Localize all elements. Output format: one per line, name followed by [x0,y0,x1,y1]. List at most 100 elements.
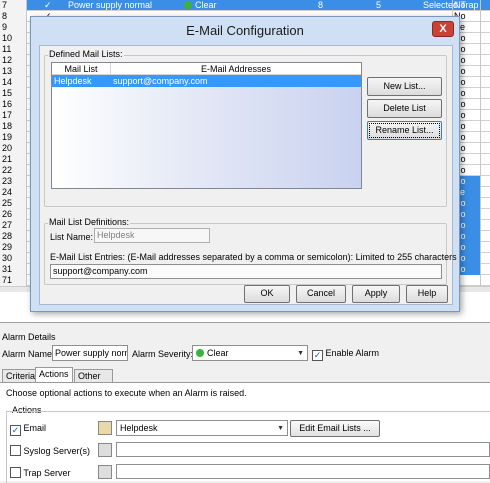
row-number[interactable]: 13 [0,66,27,77]
row-number[interactable]: 71 [0,275,27,286]
delete-list-button[interactable]: Delete List [367,99,442,118]
email-list-value: Helpdesk [120,423,158,433]
chevron-down-icon: ▼ [297,350,304,357]
alarm-severity-label: Alarm Severity: [132,349,194,359]
mail-list-table[interactable]: Mail List Name E-Mail Addresses Helpdesk… [51,62,362,189]
email-icon-button[interactable] [98,421,112,435]
row-number[interactable]: 29 [0,242,27,253]
count-cell: 8 [318,0,324,10]
extra-cell [480,253,490,264]
row-number[interactable]: 27 [0,220,27,231]
definitions-label: Mail List Definitions: [48,217,131,227]
alarm-details-panel: Alarm Details Alarm Name: Power supply n… [0,322,490,483]
extra-cell [480,220,490,231]
dialog-title: E-Mail Configuration [186,23,304,38]
mail-list-addresses-cell: support@company.com [113,76,208,86]
row-number[interactable]: 11 [0,44,27,55]
tab-other-options[interactable]: Other Options [74,369,114,393]
close-button[interactable]: X [432,21,454,37]
trap-server-check[interactable] [10,467,21,478]
row-number[interactable]: 28 [0,231,27,242]
row-number[interactable]: 17 [0,110,27,121]
actions-tab-panel: Choose optional actions to execute when … [0,382,490,483]
row-number[interactable]: 7 [0,0,27,11]
syslog-input[interactable] [116,442,490,457]
row-number[interactable]: 12 [0,55,27,66]
alarm-severity-select[interactable]: Clear ▼ [192,345,308,361]
col-email-addresses[interactable]: E-Mail Addresses [111,63,361,75]
severity-text: Clear [195,0,217,10]
tab-actions[interactable]: Actions [35,367,73,382]
chevron-down-icon: ▼ [277,425,284,432]
edit-email-lists-button[interactable]: Edit Email Lists ... [290,420,380,437]
extra-cell [480,132,490,143]
extra-cell [480,33,490,44]
row-number[interactable]: 22 [0,165,27,176]
close-icon: X [439,23,447,35]
enable-alarm-checkbox[interactable]: ✓ Enable Alarm [312,348,379,361]
tab-criteria[interactable]: Criteria [2,369,40,382]
cancel-button[interactable]: Cancel [296,285,346,303]
row-number[interactable]: 31 [0,264,27,275]
syslog-icon-button[interactable] [98,443,112,457]
list-name-input[interactable]: Helpdesk [94,228,210,243]
row-number[interactable]: 10 [0,33,27,44]
mail-list-row[interactable]: Helpdesk support@company.com [52,75,361,87]
alarm-name-input[interactable]: Power supply norm [52,345,128,361]
email-checkbox[interactable]: ✓ Email [10,423,46,436]
syslog-label: Syslog Server(s) [23,446,91,456]
clear-status-icon [196,349,204,357]
ok-button[interactable]: OK [244,285,290,303]
row-number[interactable]: 26 [0,209,27,220]
row-number[interactable]: 18 [0,121,27,132]
row-number[interactable]: 19 [0,132,27,143]
alarm-name-label: Alarm Name: [2,349,55,359]
trap-icon-button[interactable] [98,465,112,479]
list-name-label: List Name: [50,232,94,242]
syslog-check[interactable] [10,445,21,456]
help-button[interactable]: Help [406,285,448,303]
severity-cell: Clear [184,0,217,11]
row-number[interactable]: 15 [0,88,27,99]
entries-input[interactable]: support@company.com [50,264,442,279]
enable-alarm-check[interactable]: ✓ [312,350,323,361]
extra-cell [480,264,490,275]
rename-list-button[interactable]: Rename List... [367,121,442,140]
trap-server-checkbox[interactable]: Trap Server [10,467,71,478]
defined-lists-label: Defined Mail Lists: [48,49,124,59]
extra-cell [480,154,490,165]
row-number[interactable]: 16 [0,99,27,110]
actions-instruction: Choose optional actions to execute when … [6,388,247,398]
extra-cell [480,11,490,22]
col-mail-list-name[interactable]: Mail List Name [52,63,111,86]
row-number[interactable]: 25 [0,198,27,209]
email-check[interactable]: ✓ [10,425,21,436]
extra-cell [480,99,490,110]
extra-cell [480,176,490,187]
extra-cell [480,231,490,242]
row-number[interactable]: 21 [0,154,27,165]
row-number[interactable]: 30 [0,253,27,264]
clear-status-icon [184,1,192,9]
alarm-details-label: Alarm Details [2,332,56,342]
row-number[interactable]: 9 [0,22,27,33]
row-number[interactable]: 23 [0,176,27,187]
apply-button[interactable]: Apply [352,285,400,303]
new-list-button[interactable]: New List... [367,77,442,96]
mail-list-header: Mail List Name E-Mail Addresses [52,63,361,86]
extra-cell [480,198,490,209]
extra-cell [480,55,490,66]
enabled-check-icon[interactable]: ✓ [44,0,52,11]
table-row[interactable]: 7 ✓ Power supply normal Clear 8 5 Selected Tra… [0,0,490,11]
row-number[interactable]: 14 [0,77,27,88]
row-number[interactable]: 24 [0,187,27,198]
row-number[interactable]: 8 [0,11,27,22]
syslog-checkbox[interactable]: Syslog Server(s) [10,445,90,456]
extra-cell [480,275,490,286]
alarm-name-cell: Power supply normal [68,0,153,10]
trap-server-input[interactable] [116,464,490,479]
extra-cell [480,110,490,121]
status-cell: No [452,0,480,11]
email-list-select[interactable]: Helpdesk ▼ [116,420,288,436]
row-number[interactable]: 20 [0,143,27,154]
